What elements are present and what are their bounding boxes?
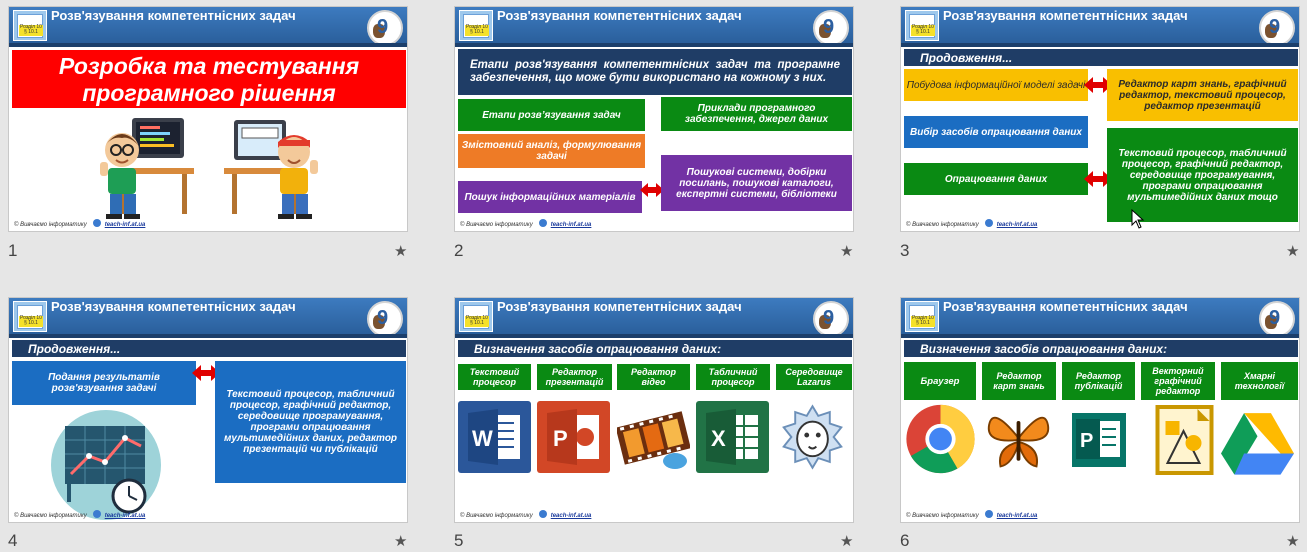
label-spreadsheet: Табличний процесор <box>696 364 770 390</box>
slide-footer: © Вивчаємо інформатику teach-inf.at.ua <box>906 219 1037 228</box>
stage-processing: Опрацювання даних <box>904 163 1088 195</box>
line-chart-clock-icon <box>51 410 161 520</box>
slide-header-title: Розв'язування компетентнісних задач <box>943 299 1188 314</box>
slide-footer: © Вивчаємо інформатику teach-inf.at.ua <box>14 510 145 519</box>
tools-heading-bar: Визначення засобів опрацювання даних: <box>904 340 1298 357</box>
slide-footer: © Вивчаємо інформатику teach-inf.at.ua <box>14 219 145 228</box>
slide-header-title: Розв'язування компетентнісних задач <box>51 299 296 314</box>
grade-badge-icon: 9 <box>367 301 403 337</box>
kids-computers-illustration <box>100 118 318 219</box>
label-video-editor: Редактор відео <box>617 364 690 390</box>
processing-examples: Текстовий процесор, табличний процесор, … <box>1107 128 1298 222</box>
book-logo-icon: Розділ 10 § 10.1 <box>13 10 47 41</box>
slide-main-title: Розробка та тестування програмного рішен… <box>12 50 406 108</box>
label-vector-editor: Векторний графічний редактор <box>1141 362 1215 400</box>
label-cloud: Хмарні технології <box>1221 362 1298 400</box>
slide-header-title: Розв'язування компетентнісних задач <box>497 8 742 23</box>
continuation-bar: Продовження... <box>12 340 406 357</box>
book-logo-icon: Розділ 10 § 10.1 <box>459 301 493 332</box>
svg-text:W: W <box>472 426 493 451</box>
svg-text:P: P <box>1080 430 1093 452</box>
slide-thumbnail-4[interactable]: Розділ 10 § 10.1 Розв'язування компетент… <box>8 297 408 523</box>
star-icon[interactable]: ★ <box>840 242 853 260</box>
label-lazarus: Середовище Lazarus <box>776 364 852 390</box>
slide-header-title: Розв'язування компетентнісних задач <box>943 8 1188 23</box>
slide-number: 6 <box>900 531 910 550</box>
label-browser: Браузер <box>904 362 976 400</box>
grade-badge-icon: 9 <box>813 301 849 337</box>
label-publication-editor: Редактор публікацій <box>1062 362 1135 400</box>
slide-number: 3 <box>900 241 910 260</box>
slide-header: Розділ 10 § 10.1 Розв'язування компетент… <box>9 7 407 46</box>
slide-header: Розділ 10 § 10.1 Розв'язування компетент… <box>455 298 853 337</box>
stages-header: Етапи розв’язування задач <box>458 99 645 131</box>
intro-text: Етапи розв'язування компетентнісних зада… <box>458 49 852 95</box>
slide-thumbnail-2[interactable]: Розділ 10 § 10.1 Розв'язування компетент… <box>454 6 854 232</box>
book-logo-icon: Розділ 10 § 10.1 <box>905 10 939 41</box>
word-icon: W <box>458 401 531 473</box>
excel-icon: X <box>696 401 769 473</box>
publisher-icon: P <box>1062 403 1135 475</box>
slide-header-title: Розв'язування компетентнісних задач <box>51 8 296 23</box>
slide-header-title: Розв'язування компетентнісних задач <box>497 299 742 314</box>
slide-number: 5 <box>454 531 464 550</box>
tools-heading-bar: Визначення засобів опрацювання даних: <box>458 340 852 357</box>
book-logo-icon: Розділ 10 § 10.1 <box>13 301 47 332</box>
movie-maker-icon <box>617 401 690 473</box>
lazarus-icon <box>776 402 849 472</box>
grade-badge-icon: 9 <box>367 10 403 46</box>
stage-presenting: Подання результатів розв'язування задачі <box>12 361 196 405</box>
software-header: Приклади програмного забезпечення, джере… <box>661 97 852 131</box>
slide-number: 2 <box>454 241 464 260</box>
powerpoint-icon: P <box>537 401 610 473</box>
star-icon[interactable]: ★ <box>394 242 407 260</box>
svg-text:X: X <box>711 426 726 451</box>
book-logo-icon: Розділ 10 § 10.1 <box>905 301 939 332</box>
slide-thumbnail-5[interactable]: Розділ 10 § 10.1 Розв'язування компетент… <box>454 297 854 523</box>
stage-model: Побудова інформаційної моделі задачі <box>904 69 1088 101</box>
star-icon[interactable]: ★ <box>394 532 407 550</box>
slide-header: Розділ 10 § 10.1 Розв'язування компетент… <box>901 7 1299 46</box>
grade-badge-icon: 9 <box>813 10 849 46</box>
slide-header: Розділ 10 § 10.1 Розв'язування компетент… <box>455 7 853 46</box>
freemind-butterfly-icon <box>987 416 1050 468</box>
continuation-bar: Продовження... <box>904 49 1298 66</box>
slide-thumbnail-6[interactable]: Розділ 10 § 10.1 Розв'язування компетент… <box>900 297 1300 523</box>
google-drive-icon <box>1221 413 1294 475</box>
slide-header: Розділ 10 § 10.1 Розв'язування компетент… <box>9 298 407 337</box>
grade-badge-icon: 9 <box>1259 301 1295 337</box>
presenting-examples: Текстовий процесор, табличний процесор, … <box>215 361 406 483</box>
svg-text:P: P <box>553 426 568 451</box>
label-word-processor: Текстовий процесор <box>458 364 531 390</box>
stage-analysis: Змістовний аналіз, формулювання задачі <box>458 134 645 168</box>
chrome-icon <box>906 404 975 474</box>
label-mindmap-editor: Редактор карт знань <box>982 362 1056 400</box>
star-icon[interactable]: ★ <box>840 532 853 550</box>
slide-number: 1 <box>8 241 18 260</box>
grade-badge-icon: 9 <box>1259 10 1295 46</box>
mouse-cursor-icon <box>1131 209 1145 229</box>
star-icon[interactable]: ★ <box>1286 532 1299 550</box>
libreoffice-draw-icon <box>1155 405 1214 475</box>
slide-thumbnail-1[interactable]: Розділ 10 § 10.1 Розв'язування компетент… <box>8 6 408 232</box>
stage-choose-tools: Вибір засобів опрацювання даних <box>904 116 1088 148</box>
model-examples: Редактор карт знань, графічний редактор,… <box>1107 69 1298 121</box>
search-examples: Пошукові системи, добірки посилань, пошу… <box>661 155 852 211</box>
book-logo-icon: Розділ 10 § 10.1 <box>459 10 493 41</box>
slide-footer: © Вивчаємо інформатику teach-inf.at.ua <box>460 219 591 228</box>
slide-footer: © Вивчаємо інформатику teach-inf.at.ua <box>460 510 591 519</box>
stage-search: Пошук інформаційних матеріалів <box>458 181 642 213</box>
slide-thumbnail-3[interactable]: Розділ 10 § 10.1 Розв'язування компетент… <box>900 6 1300 232</box>
slide-header: Розділ 10 § 10.1 Розв'язування компетент… <box>901 298 1299 337</box>
slide-footer: © Вивчаємо інформатику teach-inf.at.ua <box>906 510 1037 519</box>
star-icon[interactable]: ★ <box>1286 242 1299 260</box>
slide-number: 4 <box>8 531 18 550</box>
label-presentation-editor: Редактор презентацій <box>537 364 612 390</box>
